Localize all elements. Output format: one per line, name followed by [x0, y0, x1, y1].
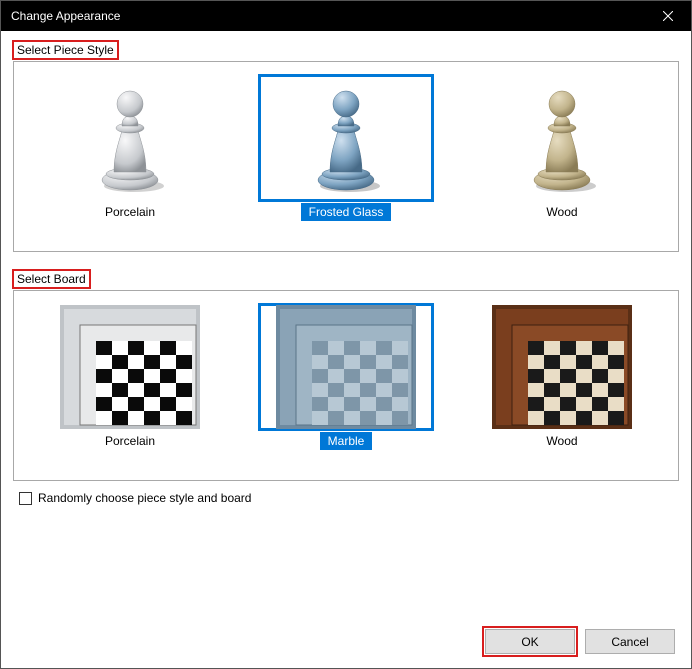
- board-section-label: Select Board: [13, 270, 90, 288]
- board-label-marble: Marble: [320, 432, 373, 450]
- board-thumb-wood: [474, 303, 650, 431]
- board-label-wood: Wood: [538, 432, 585, 450]
- random-checkbox[interactable]: [19, 492, 32, 505]
- piece-option-frosted-glass[interactable]: Frosted Glass: [246, 74, 446, 221]
- piece-thumb-wood: [474, 74, 650, 202]
- piece-label-frosted-glass: Frosted Glass: [301, 203, 392, 221]
- piece-thumb-frosted-glass: [258, 74, 434, 202]
- cancel-button[interactable]: Cancel: [585, 629, 675, 654]
- random-checkbox-row[interactable]: Randomly choose piece style and board: [19, 491, 679, 505]
- piece-option-wood[interactable]: Wood: [462, 74, 662, 221]
- dialog-title: Change Appearance: [11, 9, 120, 23]
- board-panel: Porcelain: [13, 290, 679, 481]
- piece-label-porcelain: Porcelain: [97, 203, 163, 221]
- title-bar: Change Appearance: [1, 1, 691, 31]
- piece-style-panel: Porcelain Frosted Glass: [13, 61, 679, 252]
- piece-label-wood: Wood: [538, 203, 585, 221]
- piece-option-porcelain[interactable]: Porcelain: [30, 74, 230, 221]
- piece-style-section-label: Select Piece Style: [13, 41, 118, 59]
- board-thumb-porcelain: [42, 303, 218, 431]
- piece-thumb-porcelain: [42, 74, 218, 202]
- board-option-marble[interactable]: Marble: [246, 303, 446, 450]
- board-thumb-marble: [258, 303, 434, 431]
- change-appearance-dialog: Change Appearance Select Piece Style Por…: [0, 0, 692, 669]
- random-checkbox-label: Randomly choose piece style and board: [38, 491, 251, 505]
- close-button[interactable]: [645, 1, 691, 31]
- board-option-porcelain[interactable]: Porcelain: [30, 303, 230, 450]
- board-label-porcelain: Porcelain: [97, 432, 163, 450]
- board-option-wood[interactable]: Wood: [462, 303, 662, 450]
- dialog-button-row: OK Cancel: [485, 629, 675, 654]
- close-icon: [663, 11, 673, 21]
- ok-button[interactable]: OK: [485, 629, 575, 654]
- dialog-content: Select Piece Style Porcelain: [1, 31, 691, 517]
